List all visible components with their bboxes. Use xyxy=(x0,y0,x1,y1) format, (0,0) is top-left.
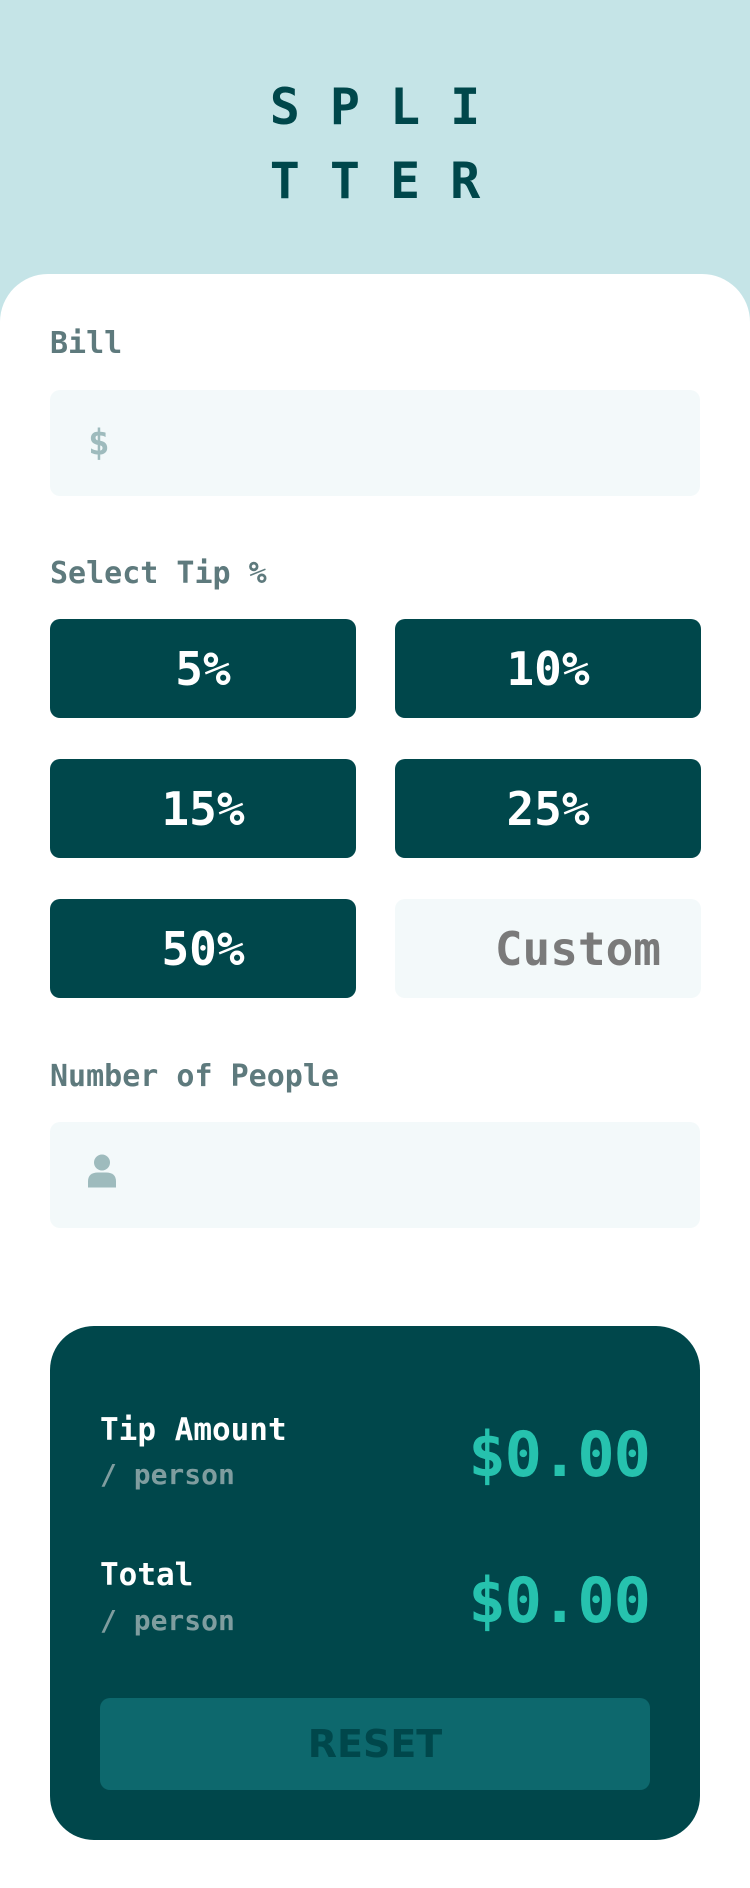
app-logo: SPLI TTER xyxy=(0,70,750,218)
tip-amount-subtitle: / person xyxy=(100,1458,235,1491)
tip-amount-value: $0.00 xyxy=(468,1418,651,1491)
people-input[interactable] xyxy=(50,1122,700,1228)
custom-tip-input[interactable]: Custom xyxy=(395,899,701,998)
tip-15-button[interactable]: 15% xyxy=(50,759,356,858)
tip-5-button[interactable]: 5% xyxy=(50,619,356,718)
total-value: $0.00 xyxy=(468,1564,651,1637)
bill-input[interactable]: $ xyxy=(50,390,700,496)
tip-25-button[interactable]: 25% xyxy=(395,759,701,858)
tip-10-button[interactable]: 10% xyxy=(395,619,701,718)
logo-line-2: TTER xyxy=(269,152,511,210)
bill-label: Bill xyxy=(50,326,123,361)
total-title: Total xyxy=(100,1557,194,1593)
tip-50-button[interactable]: 50% xyxy=(50,899,356,998)
results-panel: Tip Amount / person $0.00 Total / person… xyxy=(50,1326,700,1840)
dollar-icon: $ xyxy=(88,422,110,464)
people-label: Number of People xyxy=(50,1059,339,1094)
tip-amount-title: Tip Amount xyxy=(100,1412,287,1448)
reset-button[interactable]: RESET xyxy=(100,1698,650,1790)
person-icon xyxy=(88,1154,116,1197)
total-subtitle: / person xyxy=(100,1604,235,1637)
tip-label: Select Tip % xyxy=(50,556,267,591)
logo-line-1: SPLI xyxy=(269,78,511,136)
